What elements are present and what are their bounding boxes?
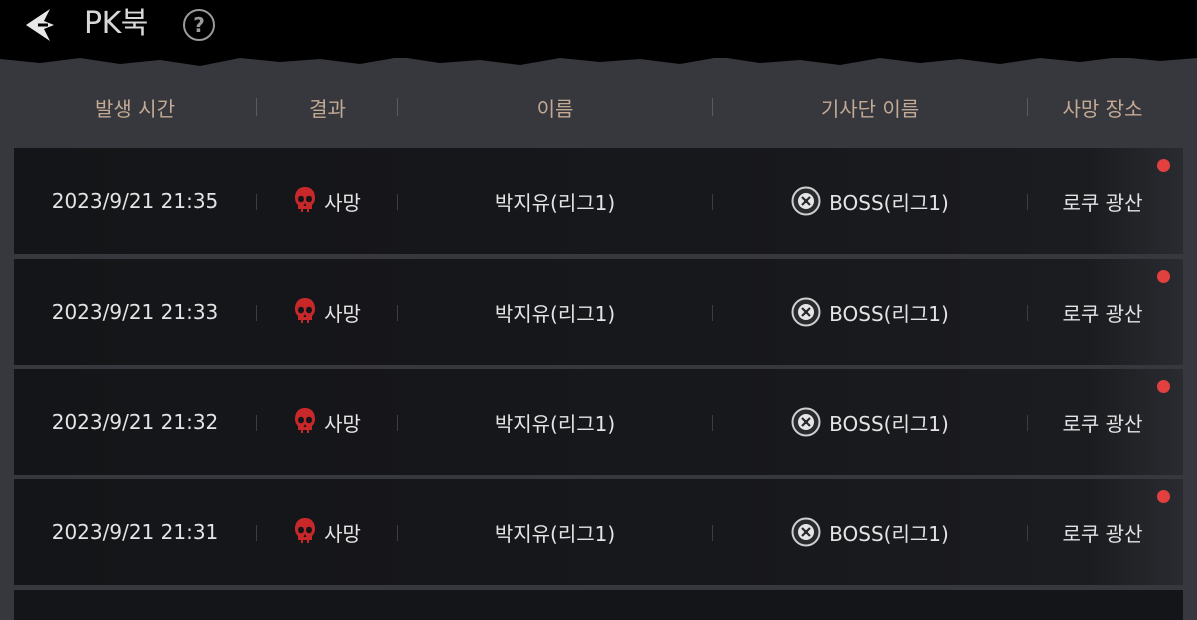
row-name: 박지유(리그1) (494, 190, 616, 215)
guild-emblem-icon (791, 407, 821, 437)
column-header-guild: 기사단 이름 (820, 96, 920, 121)
column-divider (256, 415, 257, 431)
red-dot-icon (1157, 380, 1170, 393)
row-guild-text: BOSS(리그1) (829, 301, 949, 326)
column-divider (256, 98, 257, 116)
skull-icon (295, 298, 316, 323)
column-divider (256, 305, 257, 321)
column-header-place: 사망 장소 (1062, 96, 1143, 121)
row-time: 2023/9/21 21:32 (51, 410, 219, 434)
row-guild: BOSS(리그1) (715, 148, 1025, 254)
skull-icon (295, 187, 316, 212)
skull-icon (295, 518, 316, 543)
column-divider (1027, 525, 1028, 541)
torn-edge-decoration (0, 52, 1197, 66)
table-row[interactable]: 2023/9/21 21:31 사망 박지유(리그1) BOSS(리그1) 로쿠 (14, 479, 1183, 585)
column-divider (712, 194, 713, 210)
row-result-text: 사망 (324, 521, 361, 546)
column-divider (712, 98, 713, 116)
back-arrow-icon (26, 9, 54, 41)
column-divider (1027, 305, 1028, 321)
row-result: 사망 (260, 479, 395, 585)
row-guild-text: BOSS(리그1) (829, 521, 949, 546)
red-dot-icon (1157, 159, 1170, 172)
column-divider (1027, 194, 1028, 210)
skull-icon (295, 408, 316, 433)
row-name: 박지유(리그1) (494, 521, 616, 546)
help-button[interactable]: ? (183, 9, 215, 41)
row-result: 사망 (260, 259, 395, 365)
question-circle-icon: ? (193, 13, 205, 37)
row-result-text: 사망 (324, 301, 361, 326)
row-name: 박지유(리그1) (494, 301, 616, 326)
top-bar: PK북 ? (0, 0, 1197, 58)
guild-emblem-icon (791, 186, 821, 216)
red-dot-icon (1157, 270, 1170, 283)
column-header-result: 결과 (309, 96, 346, 121)
column-divider (397, 525, 398, 541)
column-divider (712, 305, 713, 321)
column-header-time: 발생 시간 (95, 96, 175, 121)
guild-emblem-icon (791, 517, 821, 547)
column-divider (1027, 415, 1028, 431)
row-place: 로쿠 광산 (1062, 301, 1143, 326)
row-result: 사망 (260, 148, 395, 254)
row-place: 로쿠 광산 (1062, 411, 1143, 436)
column-divider (397, 305, 398, 321)
column-divider (712, 415, 713, 431)
column-divider (1027, 98, 1028, 116)
table-row[interactable]: 2023/9/21 21:33 사망 박지유(리그1) BOSS(리그1) 로쿠 (14, 259, 1183, 365)
table-row[interactable] (14, 590, 1183, 620)
column-divider (712, 525, 713, 541)
table-header: 발생 시간 결과 이름 기사단 이름 사망 장소 (0, 86, 1197, 128)
row-name: 박지유(리그1) (494, 411, 616, 436)
guild-emblem-icon (791, 297, 821, 327)
column-header-name: 이름 (536, 96, 574, 121)
row-place: 로쿠 광산 (1062, 190, 1143, 215)
row-guild: BOSS(리그1) (715, 369, 1025, 475)
column-divider (397, 415, 398, 431)
row-guild: BOSS(리그1) (715, 259, 1025, 365)
table-row[interactable]: 2023/9/21 21:35 사망 박지유(리그1) BOSS(리그1) 로쿠 (14, 148, 1183, 254)
column-divider (397, 98, 398, 116)
column-divider (397, 194, 398, 210)
table-row[interactable]: 2023/9/21 21:32 사망 박지유(리그1) BOSS(리그1) 로쿠 (14, 369, 1183, 475)
row-place: 로쿠 광산 (1062, 521, 1143, 546)
row-time: 2023/9/21 21:31 (51, 520, 219, 544)
row-guild: BOSS(리그1) (715, 479, 1025, 585)
row-result-text: 사망 (324, 190, 361, 215)
column-divider (256, 525, 257, 541)
page-title: PK북 (84, 6, 148, 41)
back-button[interactable] (18, 4, 62, 46)
column-divider (256, 194, 257, 210)
row-time: 2023/9/21 21:33 (51, 300, 219, 324)
red-dot-icon (1157, 490, 1170, 503)
row-guild-text: BOSS(리그1) (829, 411, 949, 436)
row-guild-text: BOSS(리그1) (829, 190, 949, 215)
row-result-text: 사망 (324, 411, 361, 436)
row-result: 사망 (260, 369, 395, 475)
row-time: 2023/9/21 21:35 (51, 189, 219, 213)
